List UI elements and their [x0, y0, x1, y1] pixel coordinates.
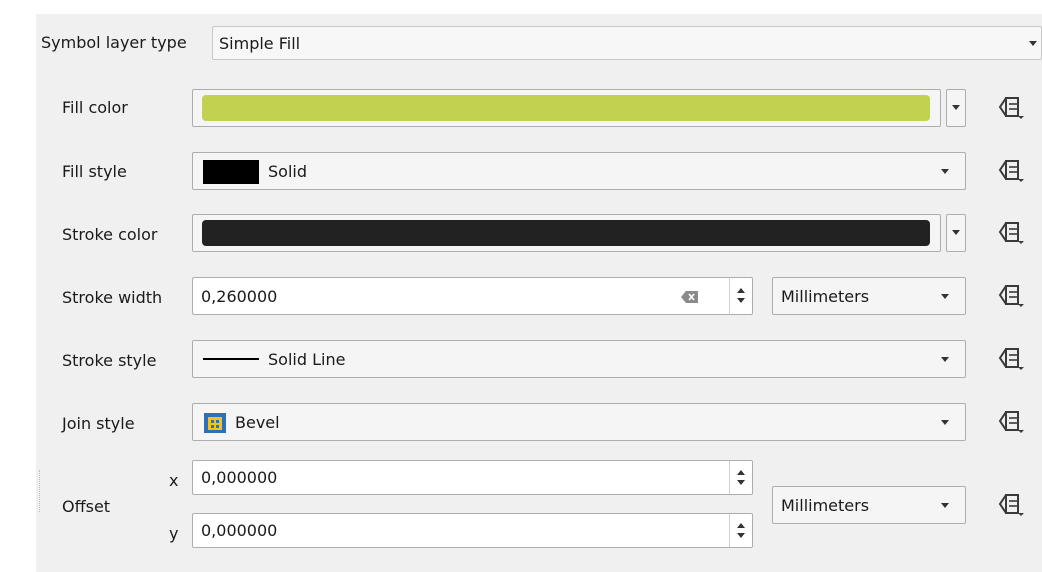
chevron-down-icon — [952, 230, 960, 235]
stroke-color-button[interactable] — [192, 214, 941, 252]
fill-style-label: Fill style — [62, 162, 127, 181]
fill-style-combo[interactable]: Solid — [192, 152, 966, 190]
offset-label: Offset — [62, 497, 111, 516]
spin-up-icon[interactable] — [737, 470, 745, 475]
chevron-down-icon — [941, 169, 949, 174]
spin-down-icon[interactable] — [737, 298, 745, 303]
data-defined-override-icon[interactable] — [996, 409, 1026, 435]
symbol-layer-type-combo[interactable]: Simple Fill — [212, 26, 1042, 60]
chevron-down-icon — [941, 294, 949, 299]
offset-x-value: 0,000000 — [201, 468, 278, 487]
fill-color-menu-button[interactable] — [946, 89, 966, 127]
stroke-color-label: Stroke color — [62, 225, 158, 244]
stroke-width-value: 0,260000 — [201, 286, 278, 306]
clear-icon[interactable] — [681, 289, 699, 308]
chevron-down-icon — [941, 503, 949, 508]
chevron-down-icon — [1029, 41, 1037, 46]
join-bevel-icon — [203, 412, 227, 438]
splitter-handle[interactable] — [39, 470, 41, 512]
data-defined-override-icon[interactable] — [996, 158, 1026, 184]
data-defined-override-icon[interactable] — [996, 492, 1026, 518]
stroke-width-unit-value: Millimeters — [781, 286, 870, 306]
offset-unit-combo[interactable]: Millimeters — [772, 486, 966, 524]
stroke-style-label: Stroke style — [62, 351, 157, 370]
data-defined-override-icon[interactable] — [996, 95, 1026, 121]
fill-color-label: Fill color — [62, 98, 128, 117]
offset-x-input[interactable]: 0,000000 — [192, 460, 753, 495]
stroke-color-swatch — [202, 220, 930, 246]
join-style-value: Bevel — [235, 412, 280, 432]
offset-x-spinner[interactable] — [729, 461, 752, 494]
join-style-label: Join style — [62, 414, 135, 433]
stroke-width-label: Stroke width — [62, 288, 163, 307]
stroke-width-input[interactable]: 0,260000 — [192, 277, 753, 315]
data-defined-override-icon[interactable] — [996, 346, 1026, 372]
fill-color-swatch — [202, 95, 930, 121]
spin-down-icon[interactable] — [737, 533, 745, 538]
spin-down-icon[interactable] — [737, 480, 745, 485]
offset-y-value: 0,000000 — [201, 521, 278, 540]
offset-unit-value: Millimeters — [781, 495, 870, 515]
symbol-layer-type-value: Simple Fill — [219, 33, 301, 53]
chevron-down-icon — [941, 357, 949, 362]
stroke-width-spinner[interactable] — [729, 278, 752, 314]
offset-y-input[interactable]: 0,000000 — [192, 513, 753, 548]
spin-up-icon[interactable] — [737, 288, 745, 293]
stroke-style-preview — [203, 358, 259, 360]
join-style-combo[interactable]: Bevel — [192, 403, 966, 441]
stroke-style-value: Solid Line — [268, 349, 346, 369]
symbol-layer-type-label: Symbol layer type — [41, 33, 187, 52]
fill-style-value: Solid — [268, 161, 307, 181]
chevron-down-icon — [952, 105, 960, 110]
stroke-width-unit-combo[interactable]: Millimeters — [772, 277, 966, 315]
offset-x-label: x — [169, 471, 179, 490]
fill-color-button[interactable] — [192, 89, 941, 127]
offset-y-label: y — [169, 524, 179, 543]
chevron-down-icon — [941, 420, 949, 425]
spin-up-icon[interactable] — [737, 523, 745, 528]
data-defined-override-icon[interactable] — [996, 220, 1026, 246]
fill-style-preview — [203, 160, 259, 184]
stroke-color-menu-button[interactable] — [946, 214, 966, 252]
stroke-style-combo[interactable]: Solid Line — [192, 340, 966, 378]
offset-y-spinner[interactable] — [729, 514, 752, 547]
data-defined-override-icon[interactable] — [996, 283, 1026, 309]
